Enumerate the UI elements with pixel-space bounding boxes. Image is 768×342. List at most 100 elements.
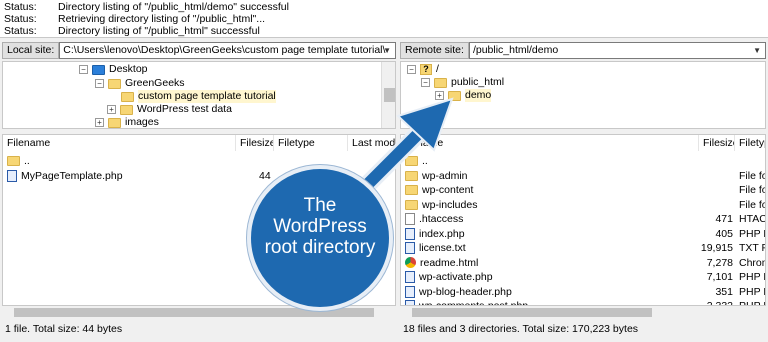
table-row[interactable]: wp-blog-header.php 351 PHP Fi bbox=[405, 285, 765, 299]
php-file-icon bbox=[7, 170, 17, 182]
folder-icon bbox=[120, 104, 133, 115]
remote-path-input[interactable]: /public_html/demo ▼ bbox=[468, 42, 766, 59]
file-type: File fol bbox=[739, 169, 765, 182]
folder-icon bbox=[434, 77, 447, 88]
file-name: wp-content bbox=[422, 184, 474, 196]
php-file-icon bbox=[405, 285, 415, 298]
file-type: PHP Fi bbox=[739, 300, 765, 306]
file-size: 471 bbox=[715, 213, 733, 225]
file-type: PHP Fi bbox=[739, 271, 765, 283]
column-filename[interactable]: name bbox=[401, 135, 699, 151]
file-type: File fol bbox=[739, 184, 765, 196]
remote-site-bar: Remote site: /public_html/demo ▼ bbox=[400, 42, 766, 59]
tree-item-public-html[interactable]: − public_html bbox=[421, 76, 504, 89]
collapse-icon[interactable]: − bbox=[79, 65, 88, 74]
folder-icon bbox=[448, 90, 461, 101]
file-size: 405 bbox=[715, 227, 733, 240]
table-row[interactable]: wp-activate.php 7,101 PHP Fi bbox=[405, 270, 765, 284]
folder-icon bbox=[121, 91, 134, 102]
column-filetype[interactable]: Filetype bbox=[274, 135, 348, 151]
file-name: readme.html bbox=[420, 256, 479, 269]
file-type: TXT Fil bbox=[739, 242, 765, 254]
file-name: wp-blog-header.php bbox=[419, 285, 512, 298]
table-row[interactable]: license.txt 19,915 TXT Fil bbox=[405, 241, 765, 255]
folder-icon bbox=[92, 64, 105, 75]
log-line: Status: Retrieving directory listing of "… bbox=[4, 13, 266, 25]
file-type: File fol bbox=[739, 198, 765, 211]
file-type: Chrom bbox=[739, 256, 765, 269]
local-status-text: 1 file. Total size: 44 bytes bbox=[5, 323, 123, 335]
callout-line: root directory bbox=[264, 237, 376, 258]
tree-item-root[interactable]: −? / bbox=[407, 63, 439, 76]
local-site-bar: Local site: C:\Users\lenovo\Desktop\Gree… bbox=[2, 42, 396, 59]
file-size: 2,332 bbox=[706, 300, 733, 306]
tree-item-images[interactable]: + images bbox=[95, 116, 159, 128]
callout-line: The bbox=[303, 195, 337, 216]
column-filename[interactable]: Filename bbox=[3, 135, 236, 151]
php-file-icon bbox=[405, 227, 415, 240]
chrome-file-icon bbox=[405, 257, 416, 268]
folder-icon bbox=[405, 185, 418, 195]
file-name: wp-comments-post.php bbox=[419, 300, 529, 306]
file-size: 7,278 bbox=[706, 256, 733, 269]
file-name: index.php bbox=[419, 227, 465, 240]
remote-file-list[interactable]: name Filesize Filetyp .. wp-admin File fol… bbox=[400, 134, 766, 306]
remote-status-text: 18 files and 3 directories. Total size: … bbox=[403, 323, 639, 335]
file-size: 351 bbox=[715, 285, 733, 298]
local-path-input[interactable]: C:\Users\lenovo\Desktop\GreenGeeks\custo… bbox=[59, 42, 396, 59]
file-name: wp-activate.php bbox=[419, 271, 493, 283]
table-row[interactable]: wp-admin File fol bbox=[405, 169, 765, 183]
tree-item-custom-page-template-tutorial[interactable]: custom page template tutorial bbox=[121, 90, 276, 103]
expand-icon[interactable]: + bbox=[95, 118, 104, 127]
folder-icon bbox=[405, 156, 418, 166]
file-name: license.txt bbox=[419, 242, 466, 254]
collapse-icon[interactable]: − bbox=[95, 79, 104, 88]
table-row[interactable]: .htaccess 471 HTACC bbox=[405, 212, 765, 226]
folder-icon bbox=[405, 199, 418, 210]
folder-icon bbox=[108, 117, 121, 128]
vertical-scrollbar[interactable] bbox=[381, 62, 395, 128]
remote-site-label: Remote site: bbox=[400, 42, 469, 59]
file-type: PHP Fi bbox=[739, 285, 765, 298]
table-row[interactable]: .. bbox=[405, 154, 765, 168]
file-name: .htaccess bbox=[419, 213, 464, 225]
table-row[interactable]: wp-includes File fol bbox=[405, 198, 765, 212]
folder-icon bbox=[108, 78, 121, 89]
log-line: Status: Directory listing of "/public_htm… bbox=[4, 25, 260, 37]
table-row[interactable]: wp-content File fol bbox=[405, 183, 765, 197]
column-filetype[interactable]: Filetyp bbox=[735, 135, 765, 151]
table-row[interactable]: readme.html 7,278 Chrom bbox=[405, 256, 765, 270]
file-name: wp-includes bbox=[422, 198, 478, 211]
unknown-folder-icon: ? bbox=[420, 64, 432, 75]
folder-icon bbox=[405, 170, 418, 181]
tree-item-greengeeks[interactable]: − GreenGeeks bbox=[95, 77, 185, 90]
file-name: wp-admin bbox=[422, 169, 468, 182]
local-directory-tree[interactable]: − Desktop − GreenGeeks custom page templat… bbox=[2, 61, 396, 129]
column-filesize[interactable]: Filesize bbox=[699, 135, 735, 151]
file-size: 19,915 bbox=[700, 242, 733, 254]
tree-item-demo[interactable]: + demo bbox=[435, 89, 492, 102]
expand-icon[interactable]: + bbox=[435, 91, 444, 100]
collapse-icon[interactable]: − bbox=[421, 78, 430, 87]
file-type: HTACC bbox=[739, 213, 765, 225]
log-line: Status: Directory listing of "/public_htm… bbox=[4, 1, 289, 13]
status-log: Status: Directory listing of "/public_htm… bbox=[0, 0, 768, 38]
callout-bubble: The WordPress root directory bbox=[247, 165, 393, 311]
horizontal-scrollbar[interactable] bbox=[400, 306, 766, 319]
php-file-icon bbox=[405, 242, 415, 254]
tree-item-desktop[interactable]: − Desktop bbox=[79, 63, 148, 76]
remote-directory-tree[interactable]: −? / − public_html + demo bbox=[400, 61, 766, 129]
tree-item-wordpress-test-data[interactable]: + WordPress test data bbox=[107, 103, 232, 116]
local-site-label: Local site: bbox=[2, 42, 60, 59]
chevron-down-icon[interactable]: ▼ bbox=[383, 43, 391, 58]
table-row[interactable]: wp-comments-post.php 2,332 PHP Fi bbox=[405, 299, 765, 306]
collapse-icon[interactable]: − bbox=[407, 65, 416, 74]
chevron-down-icon[interactable]: ▼ bbox=[753, 43, 761, 58]
column-filesize[interactable]: Filesize bbox=[236, 135, 274, 151]
column-last-modified[interactable]: Last modifi bbox=[348, 135, 395, 151]
callout-line: WordPress bbox=[273, 216, 367, 237]
table-row[interactable]: index.php 405 PHP Fi bbox=[405, 227, 765, 241]
file-type: PHP Fi bbox=[739, 227, 765, 240]
php-file-icon bbox=[405, 271, 415, 283]
expand-icon[interactable]: + bbox=[107, 105, 116, 114]
